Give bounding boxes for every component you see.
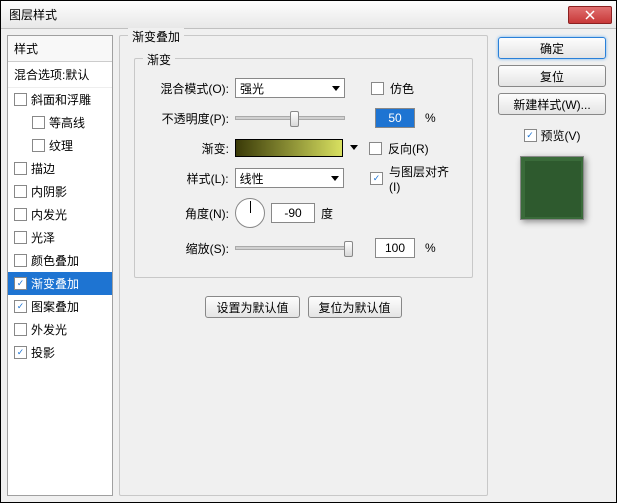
style-item[interactable]: ✓ 投影 <box>8 341 112 364</box>
style-checkbox[interactable] <box>14 231 27 244</box>
style-item[interactable]: 斜面和浮雕 <box>8 88 112 111</box>
preview-label: 预览(V) <box>541 127 581 144</box>
style-checkbox[interactable] <box>14 323 27 336</box>
styles-list: 样式 混合选项:默认 斜面和浮雕等高线纹理描边内阴影内发光光泽颜色叠加 ✓ 渐变叠加… <box>7 35 113 496</box>
style-checkbox[interactable] <box>14 254 27 267</box>
style-item[interactable]: 颜色叠加 <box>8 249 112 272</box>
inner-group-title: 渐变 <box>143 51 175 68</box>
scale-label: 缩放(S): <box>147 240 229 257</box>
cancel-button[interactable]: 复位 <box>498 65 606 87</box>
new-style-button[interactable]: 新建样式(W)... <box>498 93 606 115</box>
style-item[interactable]: ✓ 渐变叠加 <box>8 272 112 295</box>
style-item[interactable]: 描边 <box>8 157 112 180</box>
reverse-label: 反向(R) <box>388 140 429 157</box>
style-item[interactable]: 等高线 <box>8 111 112 134</box>
style-item-label: 内阴影 <box>31 183 67 200</box>
titlebar: 图层样式 <box>1 1 616 29</box>
layer-style-dialog: 图层样式 样式 混合选项:默认 斜面和浮雕等高线纹理描边内阴影内发光光泽颜色叠加… <box>0 0 617 503</box>
style-checkbox[interactable]: ✓ <box>14 277 27 290</box>
angle-input[interactable]: -90 <box>271 203 315 223</box>
opacity-input[interactable]: 50 <box>375 108 415 128</box>
scale-input[interactable]: 100 <box>375 238 415 258</box>
close-button[interactable] <box>568 6 612 24</box>
opacity-slider[interactable] <box>235 116 345 120</box>
make-default-button[interactable]: 设置为默认值 <box>205 296 299 318</box>
blending-options-default[interactable]: 混合选项:默认 <box>8 62 112 88</box>
style-checkbox[interactable] <box>14 93 27 106</box>
align-checkbox[interactable]: ✓ <box>370 172 383 185</box>
style-item-label: 渐变叠加 <box>31 275 79 292</box>
style-checkbox[interactable] <box>32 139 45 152</box>
reverse-checkbox[interactable] <box>369 142 382 155</box>
group-title: 渐变叠加 <box>128 28 184 45</box>
preview-checkbox[interactable]: ✓ <box>524 129 537 142</box>
style-checkbox[interactable] <box>14 185 27 198</box>
style-item-label: 外发光 <box>31 321 67 338</box>
style-item-label: 描边 <box>31 160 55 177</box>
style-checkbox[interactable] <box>14 162 27 175</box>
style-item[interactable]: 内阴影 <box>8 180 112 203</box>
angle-label: 角度(N): <box>147 205 229 222</box>
preview-swatch <box>520 156 584 220</box>
dither-checkbox[interactable] <box>371 82 384 95</box>
blend-mode-label: 混合模式(O): <box>147 80 229 97</box>
options-panel: 渐变叠加 渐变 混合模式(O): 强光 仿色 不透明度(P): 50 <box>119 35 488 496</box>
style-item-label: 内发光 <box>31 206 67 223</box>
style-item[interactable]: 外发光 <box>8 318 112 341</box>
gradient-picker[interactable] <box>235 139 343 157</box>
styles-header[interactable]: 样式 <box>8 36 112 62</box>
dither-label: 仿色 <box>390 80 414 97</box>
opacity-label: 不透明度(P): <box>147 110 229 127</box>
gradient-group: 渐变 混合模式(O): 强光 仿色 不透明度(P): 50 % <box>134 58 473 278</box>
scale-unit: % <box>425 241 436 255</box>
style-item-label: 颜色叠加 <box>31 252 79 269</box>
ok-button[interactable]: 确定 <box>498 37 606 59</box>
style-item-label: 图案叠加 <box>31 298 79 315</box>
opacity-unit: % <box>425 111 436 125</box>
style-checkbox[interactable]: ✓ <box>14 346 27 359</box>
style-checkbox[interactable] <box>32 116 45 129</box>
style-item[interactable]: 光泽 <box>8 226 112 249</box>
angle-unit: 度 <box>321 205 333 222</box>
align-label: 与图层对齐(I) <box>389 163 460 194</box>
style-item[interactable]: 纹理 <box>8 134 112 157</box>
angle-dial[interactable] <box>235 198 265 228</box>
reset-default-button[interactable]: 复位为默认值 <box>308 296 402 318</box>
style-item[interactable]: ✓ 图案叠加 <box>8 295 112 318</box>
action-panel: 确定 复位 新建样式(W)... ✓ 预览(V) <box>494 35 610 496</box>
style-checkbox[interactable]: ✓ <box>14 300 27 313</box>
style-item-label: 等高线 <box>49 114 85 131</box>
close-icon <box>585 10 595 20</box>
gradient-overlay-group: 渐变叠加 渐变 混合模式(O): 强光 仿色 不透明度(P): 50 <box>119 35 488 496</box>
scale-slider[interactable] <box>235 246 345 250</box>
style-item-label: 斜面和浮雕 <box>31 91 91 108</box>
style-item[interactable]: 内发光 <box>8 203 112 226</box>
window-title: 图层样式 <box>9 6 568 23</box>
style-select[interactable]: 线性 <box>235 168 345 188</box>
style-item-label: 纹理 <box>49 137 73 154</box>
style-item-label: 光泽 <box>31 229 55 246</box>
gradient-label: 渐变: <box>147 140 229 157</box>
blend-mode-select[interactable]: 强光 <box>235 78 345 98</box>
style-checkbox[interactable] <box>14 208 27 221</box>
style-item-label: 投影 <box>31 344 55 361</box>
style-label: 样式(L): <box>147 170 229 187</box>
